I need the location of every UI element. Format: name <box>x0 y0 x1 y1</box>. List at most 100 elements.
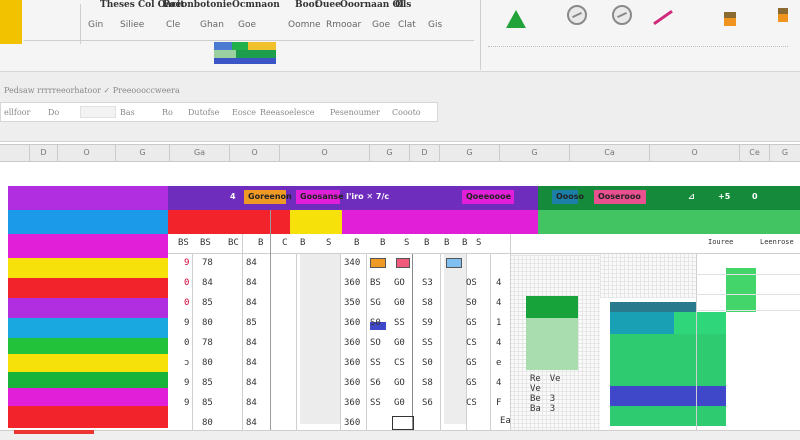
cell[interactable]: 84 <box>246 258 268 278</box>
cell[interactable]: 360 <box>344 358 366 378</box>
ribbon-tab-5[interactable]: Ouee <box>315 0 341 10</box>
cell[interactable]: BS <box>370 278 392 298</box>
cell[interactable]: Re <box>530 374 541 384</box>
cell[interactable]: SS <box>370 398 392 418</box>
cell[interactable]: SS <box>394 318 412 338</box>
cell[interactable]: 4 <box>496 298 508 318</box>
column-header[interactable]: Ca <box>570 145 650 161</box>
sheet-tabs-bar[interactable] <box>0 430 800 440</box>
cell[interactable]: SO <box>370 338 392 358</box>
ribbon-button[interactable]: Rmooar <box>326 20 361 30</box>
cell[interactable]: S6 <box>422 398 440 418</box>
cell[interactable]: 84 <box>246 358 268 378</box>
cell[interactable]: CS <box>466 338 488 358</box>
fill-bucket-icon[interactable] <box>778 8 788 22</box>
cell[interactable]: S8 <box>422 298 440 318</box>
cell[interactable]: 0 <box>184 278 194 298</box>
cell[interactable]: 84 <box>246 338 268 358</box>
cell[interactable]: 9 <box>184 378 194 398</box>
cell[interactable]: 0 <box>184 298 194 318</box>
ribbon-tab-2[interactable]: Poeonbotonie <box>163 0 232 10</box>
column-header[interactable]: D <box>30 145 58 161</box>
cell[interactable]: S3 <box>422 278 440 298</box>
cell[interactable]: 9 <box>184 258 194 278</box>
cell[interactable]: CS <box>466 398 488 418</box>
ribbon-button[interactable]: Goe <box>372 20 390 30</box>
ribbon-button[interactable]: Oomne <box>288 20 321 30</box>
ribbon-button[interactable]: Gis <box>428 20 442 30</box>
cell[interactable]: 4 <box>496 338 508 358</box>
column-header[interactable]: G <box>500 145 570 161</box>
cell[interactable]: G0 <box>394 338 412 358</box>
cell[interactable]: 80 <box>202 358 240 378</box>
cell[interactable]: SS <box>422 338 440 358</box>
cell[interactable]: S0 <box>466 298 488 318</box>
ribbon-button[interactable]: Clat <box>398 20 416 30</box>
cell[interactable]: GS <box>466 318 488 338</box>
cell[interactable]: 84 <box>202 278 240 298</box>
column-header[interactable]: O <box>280 145 370 161</box>
ribbon-button[interactable]: Gin <box>88 20 103 30</box>
cell[interactable]: 80 <box>202 318 240 338</box>
cell[interactable]: Ve <box>530 384 541 394</box>
cell[interactable]: S8 <box>422 378 440 398</box>
cell[interactable]: 360 <box>344 338 366 358</box>
column-header[interactable]: O <box>230 145 280 161</box>
cell[interactable]: 360 <box>344 378 366 398</box>
cell[interactable]: SS <box>370 358 392 378</box>
cell[interactable]: G0 <box>394 398 412 418</box>
ribbon-button[interactable]: Goe <box>238 20 256 30</box>
cell[interactable]: 0 <box>184 338 194 358</box>
cell[interactable]: S9 <box>422 318 440 338</box>
cell[interactable]: Ve <box>550 374 561 384</box>
active-cell[interactable] <box>392 416 414 430</box>
cell[interactable]: SG <box>370 298 392 318</box>
pen-icon[interactable] <box>653 9 673 26</box>
cell[interactable]: GO <box>394 378 412 398</box>
sheet-grid[interactable]: 4 Goreenon Goosanse I'iro ✕ 7/c Qoeeoooe… <box>0 162 800 440</box>
cell[interactable]: 85 <box>202 378 240 398</box>
ribbon-button[interactable]: Siliee <box>120 20 144 30</box>
cell[interactable]: 360 <box>344 398 366 418</box>
cell[interactable]: 9 <box>184 398 194 418</box>
column-header[interactable]: G <box>370 145 410 161</box>
cell[interactable]: 360 <box>344 278 366 298</box>
ribbon-button[interactable]: Cle <box>166 20 180 30</box>
fill-bucket-icon[interactable] <box>724 12 736 26</box>
column-header[interactable]: Ga <box>170 145 230 161</box>
cell[interactable]: 9 <box>184 318 194 338</box>
cell[interactable]: 4 <box>496 278 508 298</box>
cell[interactable]: 4 <box>496 378 508 398</box>
cell-style-swatches[interactable] <box>214 42 276 64</box>
cell[interactable]: 3 <box>550 404 555 414</box>
ribbon-button[interactable]: Ghan <box>200 20 224 30</box>
cell[interactable]: ɔ <box>184 358 194 378</box>
cell[interactable]: GS <box>466 378 488 398</box>
active-sheet-tab[interactable] <box>14 430 94 434</box>
cell[interactable]: 340 <box>344 258 366 278</box>
cell[interactable]: Ea <box>500 416 511 426</box>
no-entry-icon[interactable] <box>567 5 587 25</box>
cell[interactable]: 78 <box>202 338 240 358</box>
cell[interactable]: OS <box>466 278 488 298</box>
column-header[interactable]: O <box>58 145 116 161</box>
cell[interactable]: 1 <box>496 318 508 338</box>
cell[interactable]: 85 <box>202 298 240 318</box>
cell[interactable]: 78 <box>202 258 240 278</box>
cell[interactable]: 360 <box>344 318 366 338</box>
cell[interactable]: Be <box>530 394 541 404</box>
ribbon-tab-7[interactable]: Ols <box>395 0 411 10</box>
cell[interactable]: 84 <box>246 398 268 418</box>
chart-triangle-icon[interactable] <box>506 10 526 28</box>
column-header[interactable]: Ce <box>740 145 770 161</box>
name-box[interactable] <box>80 106 116 118</box>
column-header[interactable]: G <box>770 145 800 161</box>
cell[interactable]: S6 <box>370 378 392 398</box>
cell[interactable]: S0 <box>370 318 392 338</box>
cell[interactable]: F <box>496 398 508 418</box>
cell[interactable]: GS <box>466 358 488 378</box>
column-header[interactable]: G <box>440 145 500 161</box>
cell[interactable]: 85 <box>202 398 240 418</box>
cell[interactable]: e <box>496 358 508 378</box>
cell[interactable]: 3 <box>550 394 555 404</box>
